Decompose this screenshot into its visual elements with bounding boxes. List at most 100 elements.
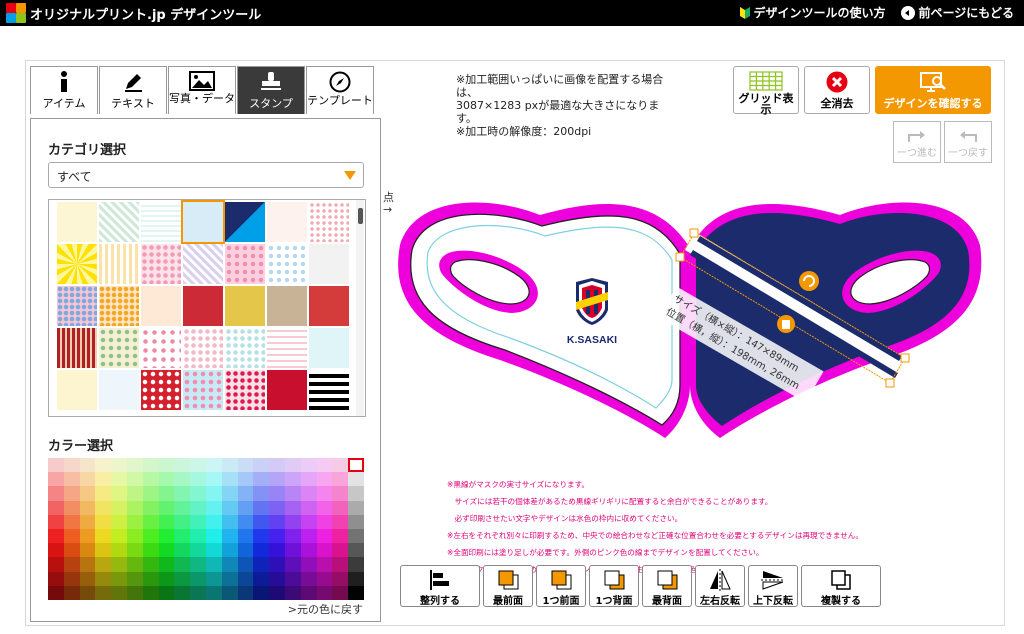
color-swatch[interactable] bbox=[48, 472, 64, 487]
color-swatch[interactable] bbox=[79, 543, 96, 558]
stamp-thumbnail[interactable] bbox=[225, 286, 265, 326]
color-swatch[interactable] bbox=[237, 528, 254, 544]
color-swatch[interactable] bbox=[253, 472, 270, 487]
color-swatch[interactable] bbox=[48, 557, 64, 572]
tab-text[interactable]: テキスト bbox=[99, 66, 167, 114]
color-swatch[interactable] bbox=[158, 500, 175, 515]
revert-color-link[interactable]: >元の色に戻す bbox=[288, 601, 363, 617]
color-swatch[interactable] bbox=[300, 543, 317, 558]
stamp-thumbnail[interactable] bbox=[57, 244, 97, 284]
stamp-thumbnail[interactable] bbox=[183, 244, 223, 284]
confirm-design-button[interactable]: デザインを確認する bbox=[875, 66, 991, 114]
color-swatch[interactable] bbox=[79, 557, 96, 572]
color-swatch[interactable] bbox=[79, 585, 96, 600]
color-swatch[interactable] bbox=[174, 458, 191, 473]
color-swatch[interactable] bbox=[285, 571, 301, 586]
color-swatch[interactable] bbox=[158, 543, 175, 558]
tab-stamp[interactable]: スタンプ bbox=[237, 66, 305, 114]
color-swatch[interactable] bbox=[95, 528, 112, 544]
left-mask-panel[interactable]: K.SASAKI bbox=[398, 202, 690, 438]
color-swatch[interactable] bbox=[127, 557, 143, 572]
color-swatch[interactable] bbox=[253, 500, 270, 515]
color-swatch[interactable] bbox=[316, 528, 333, 544]
color-swatch[interactable] bbox=[79, 514, 96, 529]
color-swatch[interactable] bbox=[48, 585, 64, 600]
color-swatch[interactable] bbox=[237, 500, 254, 515]
duplicate-button[interactable]: 複製する bbox=[801, 565, 881, 607]
stamp-thumbnail[interactable] bbox=[141, 244, 181, 284]
color-swatch[interactable] bbox=[158, 472, 175, 487]
color-swatch[interactable] bbox=[158, 557, 175, 572]
color-swatch[interactable] bbox=[285, 472, 301, 487]
color-swatch[interactable] bbox=[174, 571, 191, 586]
color-swatch[interactable] bbox=[206, 571, 222, 586]
clear-all-button[interactable]: 全消去 bbox=[804, 66, 870, 114]
stamp-thumbnail[interactable] bbox=[57, 328, 97, 368]
grid-button[interactable]: グリッド表示 bbox=[733, 66, 799, 115]
color-swatch[interactable] bbox=[237, 472, 254, 487]
color-swatch[interactable] bbox=[48, 458, 64, 473]
color-swatch[interactable] bbox=[95, 543, 112, 558]
resize-handle-tr[interactable] bbox=[900, 353, 910, 363]
color-swatch[interactable] bbox=[332, 528, 349, 544]
color-swatch[interactable] bbox=[95, 557, 112, 572]
color-swatch[interactable] bbox=[237, 514, 254, 529]
color-swatch[interactable] bbox=[174, 528, 191, 544]
stamp-thumbnail[interactable] bbox=[183, 286, 223, 326]
color-swatch[interactable] bbox=[142, 458, 159, 473]
color-swatch[interactable] bbox=[237, 458, 254, 473]
color-swatch[interactable] bbox=[316, 571, 333, 586]
color-swatch[interactable] bbox=[253, 514, 270, 529]
color-swatch[interactable] bbox=[95, 486, 112, 501]
color-swatch[interactable] bbox=[111, 528, 127, 544]
color-swatch[interactable] bbox=[127, 528, 143, 544]
color-swatch[interactable] bbox=[190, 514, 206, 529]
color-swatch[interactable] bbox=[63, 557, 80, 572]
color-swatch[interactable] bbox=[237, 571, 254, 586]
color-swatch[interactable] bbox=[285, 500, 301, 515]
stamp-thumbnail[interactable] bbox=[141, 370, 181, 410]
category-select[interactable]: すべて bbox=[48, 162, 364, 188]
color-swatch[interactable] bbox=[206, 557, 222, 572]
color-swatch[interactable] bbox=[111, 514, 127, 529]
color-swatch[interactable] bbox=[190, 557, 206, 572]
thumbnail-scroll-thumb[interactable] bbox=[358, 208, 363, 224]
color-swatch[interactable] bbox=[190, 571, 206, 586]
color-swatch[interactable] bbox=[190, 458, 206, 473]
stamp-thumbnail[interactable] bbox=[183, 370, 223, 410]
stamp-thumbnail[interactable] bbox=[183, 328, 223, 368]
color-swatch[interactable] bbox=[158, 528, 175, 544]
color-swatch[interactable] bbox=[63, 514, 80, 529]
color-swatch[interactable] bbox=[127, 543, 143, 558]
color-swatch[interactable] bbox=[316, 514, 333, 529]
color-swatch[interactable] bbox=[269, 571, 285, 586]
color-swatch[interactable] bbox=[316, 458, 333, 473]
color-swatch[interactable] bbox=[111, 571, 127, 586]
color-swatch[interactable] bbox=[127, 472, 143, 487]
color-swatch[interactable] bbox=[221, 458, 238, 473]
stamp-thumbnail[interactable] bbox=[141, 328, 181, 368]
color-swatch[interactable] bbox=[48, 571, 64, 586]
color-swatch[interactable] bbox=[174, 514, 191, 529]
stamp-thumbnail[interactable] bbox=[57, 370, 97, 410]
color-swatch[interactable] bbox=[269, 557, 285, 572]
color-swatch[interactable] bbox=[63, 458, 80, 473]
stamp-thumbnail[interactable] bbox=[267, 370, 307, 410]
color-swatch[interactable] bbox=[111, 543, 127, 558]
stamp-thumbnail[interactable] bbox=[225, 202, 265, 242]
color-swatch[interactable] bbox=[111, 486, 127, 501]
stamp-thumbnail[interactable] bbox=[141, 202, 181, 242]
color-swatch[interactable] bbox=[206, 500, 222, 515]
color-swatch[interactable] bbox=[221, 472, 238, 487]
color-swatch[interactable] bbox=[221, 486, 238, 501]
color-swatch[interactable] bbox=[142, 571, 159, 586]
color-swatch[interactable] bbox=[48, 528, 64, 544]
back-link[interactable]: 前ページにもどる bbox=[901, 4, 1014, 21]
tab-item[interactable]: アイテム bbox=[30, 66, 98, 114]
color-swatch[interactable] bbox=[63, 486, 80, 501]
send-back-button[interactable]: 最背面 bbox=[642, 565, 692, 607]
color-swatch[interactable] bbox=[63, 585, 80, 600]
color-swatch[interactable] bbox=[79, 472, 96, 487]
color-swatch[interactable] bbox=[316, 472, 333, 487]
color-swatch[interactable] bbox=[332, 486, 349, 501]
